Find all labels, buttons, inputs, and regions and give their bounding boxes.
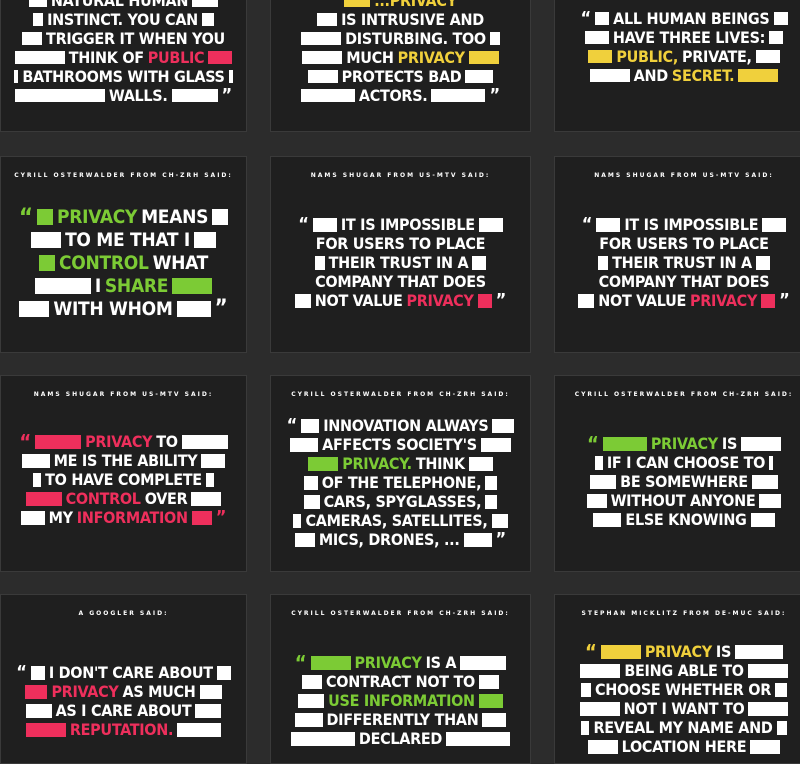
- quote-text: “privacy is being able to choose whether…: [555, 640, 800, 756]
- quote-card-5[interactable]: Nams Shugar from US-MTV said: “It is imp…: [270, 156, 531, 353]
- quote-card-12[interactable]: Stephan Micklitz from DE-MUC said: “priv…: [554, 594, 800, 764]
- quote-card-2[interactable]: ...privacy is intrusive and disturbing. …: [270, 0, 531, 132]
- quote-card-10[interactable]: A Googler said: “I don't care about priv…: [0, 594, 247, 764]
- quote-text: “All human beings have three lives: publ…: [555, 8, 800, 85]
- quote-card-1[interactable]: natural human instinct. You can trigger …: [0, 0, 247, 132]
- quote-text: “privacy is a contract not to use inform…: [271, 651, 530, 748]
- quote-text: “It is impossible for users to place the…: [555, 214, 800, 311]
- quote-attribution: Stephan Micklitz from DE-MUC said:: [581, 610, 787, 617]
- quote-text: “I don't care about privacy as much as I…: [1, 662, 246, 739]
- quote-attribution: Nams Shugar from US-MTV said:: [594, 172, 774, 179]
- quote-card-8[interactable]: Cyrill Osterwalder from CH-ZRH said: “In…: [270, 375, 531, 572]
- quote-card-3[interactable]: “All human beings have three lives: publ…: [554, 0, 800, 132]
- quote-text: ...privacy is intrusive and disturbing. …: [271, 0, 530, 106]
- quote-attribution: Cyrill Osterwalder from CH-ZRH said:: [574, 391, 794, 398]
- quote-attribution: Cyrill Osterwalder from CH-ZRH said:: [291, 391, 510, 398]
- quote-card-9[interactable]: Cyrill Osterwalder from CH-ZRH said: “pr…: [554, 375, 800, 572]
- quote-text: “privacy to me is the ability to have co…: [19, 429, 228, 528]
- quote-text: “It is impossible for users to place the…: [271, 214, 530, 311]
- quote-attribution: Cyrill Osterwalder from CH-ZRH said:: [291, 610, 510, 617]
- quote-card-11[interactable]: Cyrill Osterwalder from CH-ZRH said: “pr…: [270, 594, 531, 764]
- quote-card-4[interactable]: Cyrill Osterwalder from CH-ZRH said: “pr…: [0, 156, 247, 353]
- quote-text: “privacy means to me that I control what…: [18, 202, 229, 321]
- quote-card-7[interactable]: Nams Shugar from US-MTV said: “privacy t…: [0, 375, 247, 572]
- quote-attribution: Nams Shugar from US-MTV said:: [310, 172, 491, 179]
- quote-text: “privacy is if I can choose to be somewh…: [555, 432, 800, 529]
- quote-attribution: Nams Shugar from US-MTV said:: [33, 391, 214, 398]
- quote-attribution: Cyrill Osterwalder from CH-ZRH said:: [14, 172, 233, 179]
- quote-text: natural human instinct. You can trigger …: [1, 0, 246, 106]
- quote-attribution: A Googler said:: [78, 610, 169, 617]
- quote-card-6[interactable]: Nams Shugar from US-MTV said: “It is imp…: [554, 156, 800, 353]
- quote-text: “Innovation always affects society's pri…: [271, 415, 530, 550]
